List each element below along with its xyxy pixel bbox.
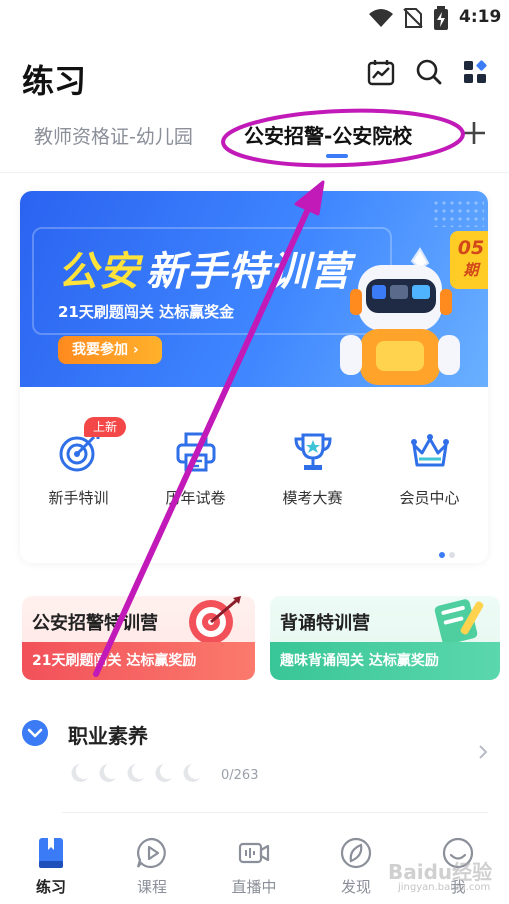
carousel-pager [439, 543, 459, 562]
shortcut-label: 新手特训 [48, 489, 109, 507]
shortcut-label: 模考大赛 [282, 489, 343, 507]
nav-label: 发现 [340, 878, 371, 896]
live-camera-icon [238, 842, 270, 864]
moon-icon [155, 764, 172, 782]
page-title: 练习 [22, 62, 87, 100]
nav-label: 练习 [35, 878, 66, 896]
camp-subtitle: 21天刷题闯关 达标赢奖励 [22, 642, 255, 680]
apps-grid-icon[interactable] [462, 58, 490, 86]
chevron-right-icon[interactable] [478, 744, 488, 760]
tab-police-academy[interactable]: 公安招警-公安院校 [244, 120, 412, 149]
watermark-url: jingyan.baidu.com [398, 882, 491, 893]
nav-discover[interactable]: 发现 [321, 836, 391, 897]
nav-live[interactable]: 直播中 [219, 836, 289, 897]
shortcut-label: 会员中心 [399, 489, 460, 507]
newbie-camp-banner[interactable]: 公安 新手特训营 21天刷题闯关 达标赢奖金 我要参加 › 05 期 [20, 191, 488, 387]
crown-icon [410, 434, 449, 467]
book-icon [39, 838, 63, 868]
shortcut-past-papers[interactable]: 历年试卷 [137, 431, 254, 508]
shortcut-mock-exam[interactable]: 模考大赛 [254, 431, 371, 508]
new-badge: 上新 [84, 417, 127, 437]
shortcut-grid: 上新 新手特训 历年试卷 模考大赛 会员中心 [20, 417, 488, 521]
moon-icon [183, 764, 200, 782]
nav-practice[interactable]: 练习 [16, 836, 86, 897]
trend-chart-icon[interactable] [367, 58, 395, 86]
printer-icon [176, 432, 215, 472]
progress-moons [71, 764, 200, 782]
active-tab-indicator [326, 154, 348, 158]
baidu-watermark: Baidu经验 [388, 860, 493, 884]
banner-subtitle: 21天刷题闯关 达标赢奖金 [58, 303, 235, 321]
trophy-icon [293, 433, 332, 470]
battery-charging-icon [434, 6, 448, 30]
section-title[interactable]: 职业素养 [68, 720, 148, 749]
nav-label: 直播中 [231, 878, 277, 896]
pager-dot-active [439, 552, 445, 558]
section-divider [62, 812, 488, 813]
no-sim-icon [403, 8, 423, 28]
wifi-icon [369, 9, 393, 27]
pager-dot [449, 552, 455, 558]
banner-title-highlight: 公安 [58, 249, 140, 295]
header-divider [0, 172, 509, 173]
clock: 4:19 [459, 7, 502, 27]
add-subject-icon[interactable] [461, 120, 487, 146]
nav-courses[interactable]: 课程 [117, 836, 187, 897]
play-bubble-icon [136, 837, 166, 868]
banner-dots-decoration [432, 199, 484, 227]
police-camp-card[interactable]: 公安招警特训营 21天刷题闯关 达标赢奖励 [22, 596, 255, 680]
moon-icon [99, 764, 116, 782]
camp-title: 背诵特训营 [280, 613, 370, 634]
nav-label: 课程 [136, 878, 167, 896]
robot-mascot-icon [340, 247, 460, 385]
search-icon[interactable] [415, 58, 443, 86]
shortcut-newbie-training[interactable]: 上新 新手特训 [20, 417, 137, 508]
join-button[interactable]: 我要参加 › [58, 336, 162, 364]
compass-icon [340, 837, 372, 869]
camp-title: 公安招警特训营 [32, 613, 158, 634]
shortcut-label: 历年试卷 [165, 489, 226, 507]
camp-subtitle: 趣味背诵闯关 达标赢奖励 [270, 642, 500, 680]
promo-card: 公安 新手特训营 21天刷题闯关 达标赢奖金 我要参加 › 05 期 上新 新手… [20, 191, 488, 563]
section-expand-icon[interactable] [22, 720, 48, 746]
target-icon [59, 431, 99, 472]
moon-icon [71, 764, 88, 782]
moon-icon [127, 764, 144, 782]
tab-teacher-kindergarten[interactable]: 教师资格证-幼儿园 [34, 122, 193, 149]
shortcut-vip-center[interactable]: 会员中心 [371, 431, 488, 508]
status-bar: 4:19 [0, 0, 509, 36]
section-progress: 0/263 [221, 768, 259, 783]
recite-camp-card[interactable]: 背诵特训营 趣味背诵闯关 达标赢奖励 [270, 596, 500, 680]
